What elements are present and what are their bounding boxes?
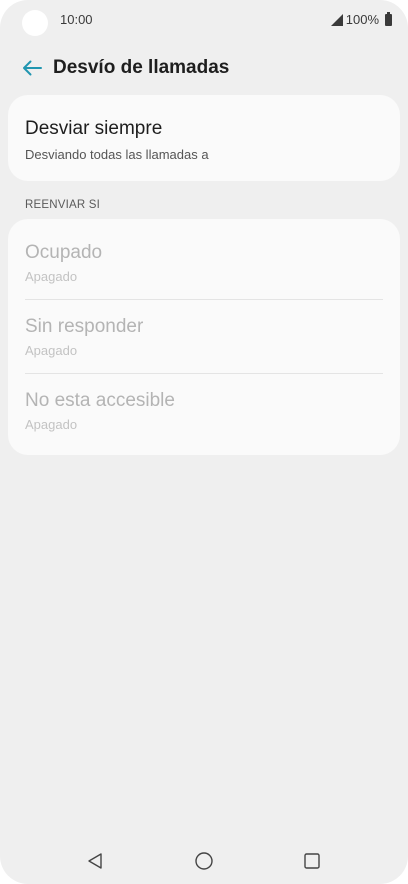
unreachable-status: Apagado xyxy=(25,417,78,432)
app-header: Desvío de llamadas xyxy=(0,48,408,88)
battery-percent: 100% xyxy=(345,12,379,27)
status-indicators: 100% xyxy=(330,11,392,27)
nav-recent-button[interactable] xyxy=(296,848,328,874)
busy-item[interactable]: Ocupado Apagado xyxy=(8,219,400,293)
section-header: REENVIAR SI xyxy=(25,199,101,211)
always-forward-card: Desviar siempre Desviando todas las llam… xyxy=(8,95,400,181)
busy-title: Ocupado xyxy=(25,242,103,263)
status-bar: 10:00 100% xyxy=(0,0,408,40)
triangle-back-icon xyxy=(88,853,102,869)
conditional-forward-card: Ocupado Apagado Sin responder Apagado No… xyxy=(8,219,400,455)
navigation-bar xyxy=(0,838,408,884)
camera-cutout xyxy=(22,10,48,36)
always-forward-title: Desviar siempre xyxy=(25,118,163,139)
back-button[interactable] xyxy=(10,48,54,88)
battery-icon xyxy=(385,11,392,26)
no-answer-item[interactable]: Sin responder Apagado xyxy=(8,293,400,367)
arrow-left-icon xyxy=(23,60,42,76)
phone-screen: 10:00 100% Desvío de llamadas Desviar si… xyxy=(0,0,408,884)
unreachable-item[interactable]: No esta accesible Apagado xyxy=(8,367,400,441)
nav-back-button[interactable] xyxy=(79,848,111,874)
nav-home-button[interactable] xyxy=(188,848,220,874)
page-title: Desvío de llamadas xyxy=(53,57,230,78)
status-time: 10:00 xyxy=(60,12,93,27)
unreachable-title: No esta accesible xyxy=(25,390,175,411)
circle-home-icon xyxy=(195,852,213,870)
busy-status: Apagado xyxy=(25,269,78,284)
no-answer-title: Sin responder xyxy=(25,316,144,337)
always-forward-subtitle: Desviando todas las llamadas a xyxy=(25,147,209,162)
square-recent-icon xyxy=(304,853,320,869)
no-answer-status: Apagado xyxy=(25,343,78,358)
always-forward-item[interactable]: Desviar siempre Desviando todas las llam… xyxy=(8,95,400,162)
signal-icon xyxy=(330,13,343,26)
